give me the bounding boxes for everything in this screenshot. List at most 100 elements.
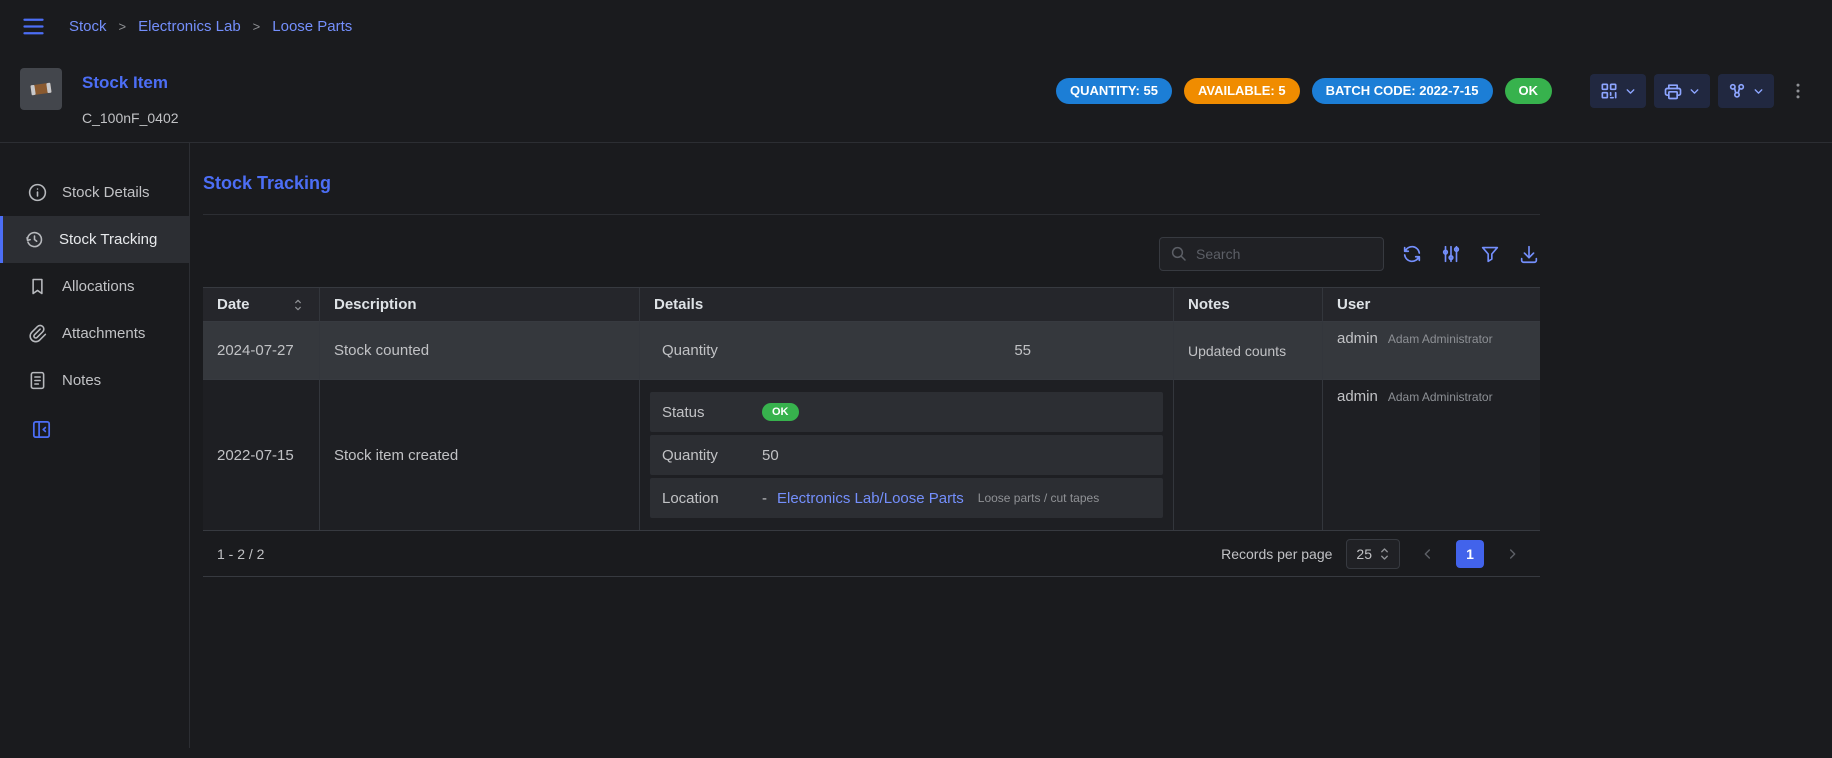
print-actions-button[interactable] [1654, 74, 1710, 108]
menu-icon[interactable] [20, 13, 47, 40]
refresh-icon[interactable] [1401, 243, 1423, 265]
sidebar-item-label: Attachments [62, 325, 145, 342]
column-header-label: User [1337, 296, 1370, 313]
breadcrumb-link-stock[interactable]: Stock [69, 18, 107, 35]
detail-key: Quantity [662, 342, 1014, 359]
search-icon [1170, 245, 1188, 263]
user-fullname: Adam Administrator [1388, 332, 1493, 346]
sidebar-item-attachments[interactable]: Attachments [0, 310, 189, 357]
header-badges-and-actions: QUANTITY: 55 AVAILABLE: 5 BATCH CODE: 20… [1056, 74, 1808, 108]
sidebar-item-stock-tracking[interactable]: Stock Tracking [0, 216, 189, 263]
cell-details: Quantity 55 [639, 322, 1173, 380]
cell-description: Stock item created [319, 380, 639, 530]
batch-code-badge: BATCH CODE: 2022-7-15 [1312, 78, 1493, 104]
sidebar-item-label: Stock Tracking [59, 231, 157, 248]
search-input[interactable] [1196, 246, 1377, 262]
stock-tracking-table: Date Description Details Notes User 2024… [203, 287, 1540, 577]
table-toolbar [203, 237, 1540, 271]
search-box [1159, 237, 1384, 271]
stepper-icon [1379, 547, 1390, 561]
page-button-1[interactable]: 1 [1456, 540, 1484, 568]
cell-notes [1173, 380, 1322, 530]
sidebar: Stock Details Stock Tracking Allocations… [0, 143, 190, 748]
chevron-left-icon[interactable] [1414, 540, 1442, 568]
page-size-value: 25 [1356, 546, 1372, 562]
column-header-label: Notes [1188, 296, 1230, 313]
breadcrumb-link-loose-parts[interactable]: Loose Parts [272, 18, 352, 35]
content: Stock Details Stock Tracking Allocations… [0, 143, 1832, 748]
column-header-notes: Notes [1173, 288, 1322, 322]
cell-description: Stock counted [319, 322, 639, 380]
detail-key: Quantity [662, 447, 762, 464]
barcode-actions-icon [1599, 81, 1619, 101]
barcode-actions-button[interactable] [1590, 74, 1646, 108]
sidebar-item-stock-details[interactable]: Stock Details [0, 169, 189, 216]
stock-operations-button[interactable] [1718, 74, 1774, 108]
sort-icon [291, 298, 305, 312]
print-actions-icon [1663, 81, 1683, 101]
chevron-down-icon [1752, 85, 1765, 98]
stock-item-name: C_100nF_0402 [82, 110, 179, 126]
title-block: Stock Item C_100nF_0402 [82, 68, 179, 126]
status-ok-badge: OK [762, 403, 799, 421]
detail-value: 50 [762, 447, 779, 464]
table-grid: Date Description Details Notes User 2024… [203, 288, 1540, 530]
notes-icon [27, 370, 48, 391]
history-icon [24, 229, 45, 250]
column-header-description: Description [319, 288, 639, 322]
collapse-sidebar-icon[interactable] [30, 418, 53, 441]
record-range: 1 - 2 / 2 [217, 546, 264, 562]
column-settings-icon[interactable] [1440, 243, 1462, 265]
detail-key: Location [662, 490, 762, 507]
available-badge: AVAILABLE: 5 [1184, 78, 1300, 104]
page-title: Stock Item [82, 73, 179, 93]
header-action-buttons [1590, 74, 1808, 108]
sidebar-collapse-row [30, 418, 189, 446]
cell-user: admin Adam Administrator [1322, 322, 1540, 380]
stock-item-thumbnail[interactable] [20, 68, 62, 110]
column-header-date[interactable]: Date [203, 288, 319, 322]
kebab-menu-icon[interactable] [1788, 81, 1808, 101]
breadcrumb-link-electronics-lab[interactable]: Electronics Lab [138, 18, 241, 35]
status-badge: OK [1505, 78, 1553, 104]
detail-value: 55 [1014, 342, 1031, 359]
pagination-controls: Records per page 25 1 [1221, 539, 1526, 569]
column-header-label: Date [217, 296, 250, 313]
paperclip-icon [27, 323, 48, 344]
page-header: Stock Item C_100nF_0402 QUANTITY: 55 AVA… [0, 52, 1832, 142]
user-fullname: Adam Administrator [1388, 390, 1493, 404]
column-header-details: Details [639, 288, 1173, 322]
breadcrumb: Stock > Electronics Lab > Loose Parts [69, 18, 352, 35]
cell-date: 2022-07-15 [203, 380, 319, 530]
filter-icon[interactable] [1479, 243, 1501, 265]
sidebar-item-label: Notes [62, 372, 101, 389]
topbar: Stock > Electronics Lab > Loose Parts [0, 0, 1832, 52]
sidebar-item-label: Allocations [62, 278, 135, 295]
column-header-user: User [1322, 288, 1540, 322]
column-header-label: Description [334, 296, 417, 313]
sidebar-item-allocations[interactable]: Allocations [0, 263, 189, 310]
quantity-badge: QUANTITY: 55 [1056, 78, 1172, 104]
bookmark-icon [27, 276, 48, 297]
cell-date: 2024-07-27 [203, 322, 319, 380]
chevron-right-icon[interactable] [1498, 540, 1526, 568]
username: admin [1337, 388, 1378, 405]
username: admin [1337, 330, 1378, 347]
detail-status-row: Status OK [650, 392, 1163, 432]
section-divider [203, 214, 1540, 215]
column-header-label: Details [654, 296, 703, 313]
detail-key: Status [662, 404, 762, 421]
cell-notes: Updated counts [1173, 322, 1322, 380]
location-link[interactable]: Electronics Lab/Loose Parts [777, 490, 964, 507]
detail-location-row: Location - Electronics Lab/Loose Parts L… [650, 478, 1163, 518]
chevron-down-icon [1624, 85, 1637, 98]
sidebar-item-label: Stock Details [62, 184, 150, 201]
sidebar-item-notes[interactable]: Notes [0, 357, 189, 404]
chevron-down-icon [1688, 85, 1701, 98]
download-icon[interactable] [1518, 243, 1540, 265]
info-icon [27, 182, 48, 203]
page-size-select[interactable]: 25 [1346, 539, 1400, 569]
breadcrumb-separator: > [253, 19, 261, 34]
breadcrumb-separator: > [119, 19, 127, 34]
section-title: Stock Tracking [203, 173, 1540, 194]
